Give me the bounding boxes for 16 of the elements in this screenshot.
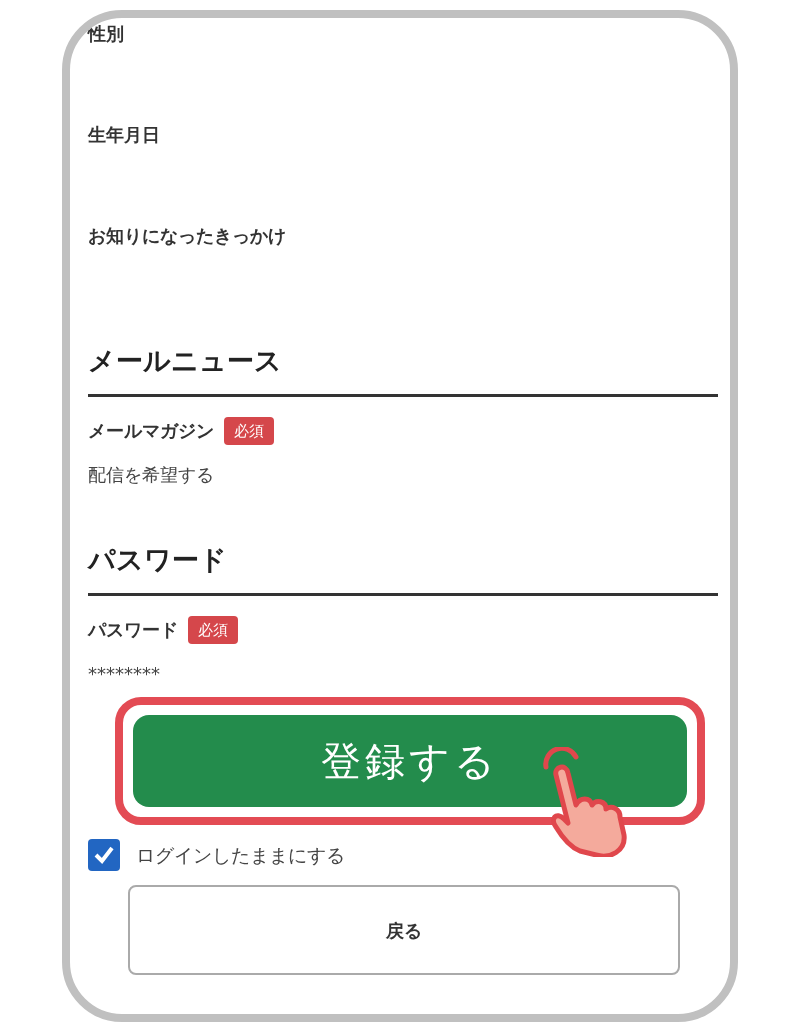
required-badge: 必須 bbox=[224, 416, 274, 445]
field-label: 性別 bbox=[88, 22, 125, 46]
section-heading: パスワード bbox=[88, 540, 718, 596]
field-label: 生年月日 bbox=[88, 123, 161, 147]
checkbox[interactable] bbox=[88, 839, 120, 871]
check-icon bbox=[93, 844, 115, 866]
back-button[interactable]: 戻る bbox=[128, 885, 680, 975]
field-value: 配信を希望する bbox=[88, 463, 215, 487]
field-label: パスワード bbox=[88, 618, 178, 643]
required-badge: 必須 bbox=[188, 615, 238, 644]
section-heading: メールニュース bbox=[88, 341, 718, 397]
field-value: ******** bbox=[88, 662, 161, 686]
register-button[interactable]: 登録する bbox=[133, 715, 687, 807]
field-label: メールマガジン bbox=[88, 419, 214, 444]
field-label: お知りになったきっかけ bbox=[88, 224, 287, 248]
checkbox-label: ログインしたままにする bbox=[136, 842, 345, 868]
